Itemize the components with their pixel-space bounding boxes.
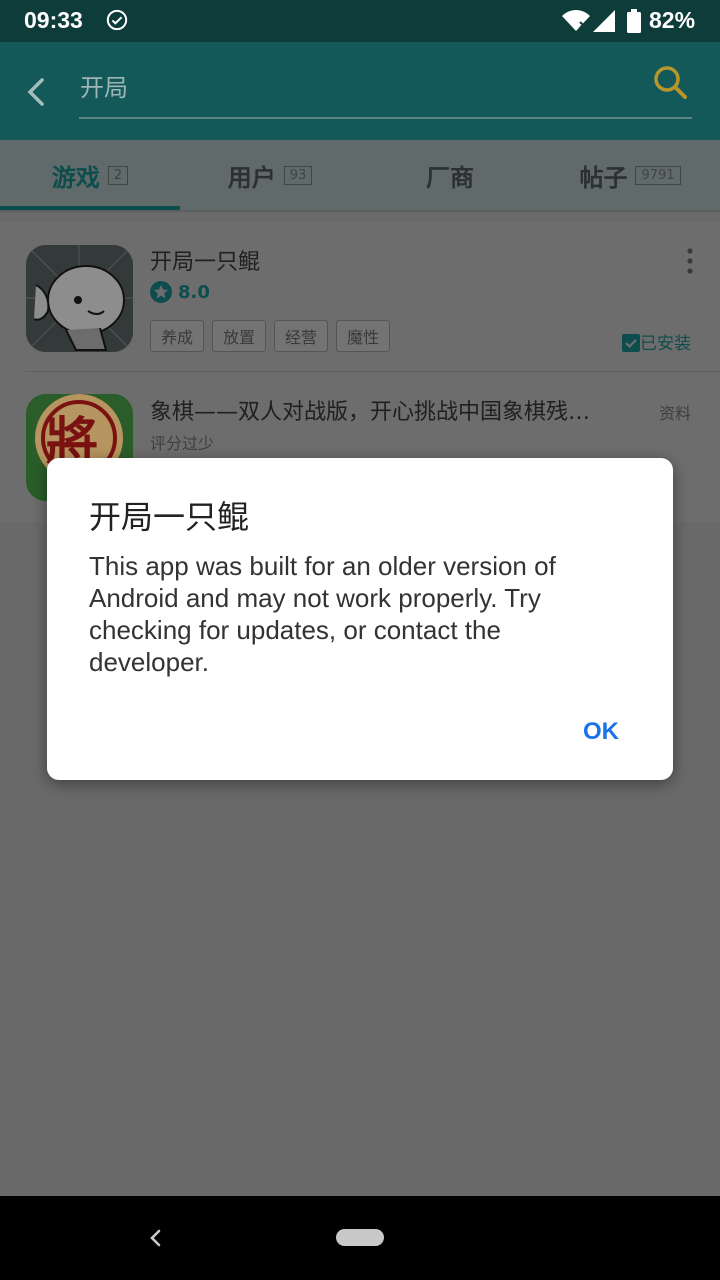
list-item[interactable]: 开局一只鲲 8.0 养成 放置 经营 魔性 已安装 xyxy=(0,222,720,372)
tag[interactable]: 放置 xyxy=(212,320,267,352)
navigation-bar xyxy=(0,1196,720,1280)
signal-icon xyxy=(593,10,615,32)
rating-value: 8.0 xyxy=(178,281,210,303)
more-options-icon[interactable] xyxy=(686,248,694,274)
wifi-icon xyxy=(562,10,590,31)
tag-list: 养成 放置 经营 魔性 xyxy=(150,320,398,352)
tab-label: 帖子 xyxy=(579,163,628,192)
tab-bar: 游戏 2 用户 93 厂商 帖子 9791 xyxy=(0,140,720,212)
tab-games[interactable]: 游戏 2 xyxy=(0,140,180,210)
app-rating: 8.0 xyxy=(150,281,210,303)
tab-label: 用户 xyxy=(227,163,276,192)
tab-label: 游戏 xyxy=(51,163,100,192)
tag[interactable]: 养成 xyxy=(150,320,205,352)
compatibility-dialog: 开局一只鲲 This app was built for an older ve… xyxy=(47,458,673,780)
dialog-message: This app was built for an older version … xyxy=(89,551,556,677)
clipboard-check-icon xyxy=(622,333,640,352)
search-icon[interactable] xyxy=(652,64,688,100)
app-title: 开局一只鲲 xyxy=(150,250,261,275)
tab-posts[interactable]: 帖子 9791 xyxy=(540,140,720,210)
rating-text: 评分过少 xyxy=(150,434,215,453)
ok-button[interactable]: OK xyxy=(563,712,639,752)
search-toolbar: 开局 xyxy=(0,42,720,140)
dialog-title: 开局一只鲲 xyxy=(89,498,250,536)
installed-status: 已安装 xyxy=(622,329,691,354)
tab-vendors[interactable]: 厂商 xyxy=(360,140,540,210)
tab-count: 93 xyxy=(283,165,313,185)
search-input[interactable]: 开局 xyxy=(80,68,128,103)
home-button[interactable] xyxy=(336,1229,384,1246)
battery-percent: 82% xyxy=(649,7,696,33)
tab-count: 9791 xyxy=(635,165,681,185)
app-icon xyxy=(26,245,133,352)
tag[interactable]: 经营 xyxy=(274,320,329,352)
status-time: 09:33 xyxy=(24,7,83,33)
tab-users[interactable]: 用户 93 xyxy=(180,140,360,210)
tab-label: 厂商 xyxy=(426,163,474,192)
status-bar: 09:33 82% xyxy=(0,0,720,42)
tag[interactable]: 魔性 xyxy=(336,320,391,352)
battery-icon xyxy=(627,9,641,33)
app-title: 象棋——双人对战版，开心挑战中国象棋残… xyxy=(150,400,591,425)
search-underline xyxy=(79,117,692,119)
nav-back-icon[interactable] xyxy=(146,1226,166,1250)
back-arrow-icon[interactable] xyxy=(22,76,50,108)
installed-label: 已安装 xyxy=(640,334,691,354)
star-icon xyxy=(150,281,172,303)
tab-count: 2 xyxy=(107,165,129,185)
tab-indicator xyxy=(0,206,180,210)
check-circle-icon xyxy=(106,9,128,31)
details-link[interactable]: 资料 xyxy=(659,400,691,424)
